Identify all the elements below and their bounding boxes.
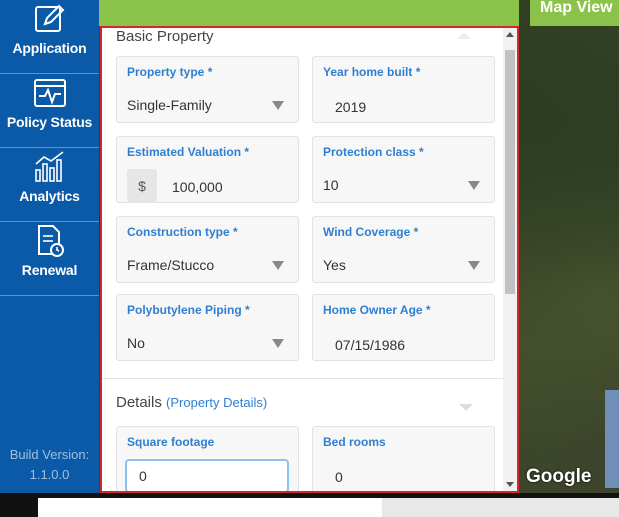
document-clock-icon [37, 225, 64, 257]
vertical-scrollbar[interactable] [503, 28, 517, 491]
field-label: Protection class * [323, 145, 424, 159]
protection-class-select[interactable]: Protection class * 10 [312, 136, 495, 203]
chevron-down-icon [468, 181, 480, 190]
chevron-down-icon [272, 261, 284, 270]
pulse-monitor-icon [33, 79, 66, 107]
bar-chart-icon [34, 151, 63, 182]
property-panel: Basic Property Property type * Single-Fa… [100, 26, 519, 493]
scroll-down-icon[interactable] [506, 482, 514, 487]
field-value: 10 [323, 177, 339, 193]
field-label: Polybutylene Piping * [127, 303, 250, 317]
section-divider [102, 378, 503, 379]
collapse-icon[interactable] [457, 32, 471, 39]
field-value: 2019 [335, 99, 367, 115]
section-title-details: Details (Property Details) [116, 394, 267, 411]
field-label: Year home built * [323, 65, 421, 79]
sidebar-item-label: Analytics [19, 188, 80, 204]
wind-coverage-select[interactable]: Wind Coverage * Yes [312, 216, 495, 283]
field-label: Wind Coverage * [323, 225, 419, 239]
field-value: 100,000 [172, 179, 223, 195]
edit-icon [34, 4, 64, 32]
field-value: 0 [335, 469, 343, 485]
property-panel-content: Basic Property Property type * Single-Fa… [102, 28, 503, 491]
street-view-control[interactable] [605, 390, 619, 488]
field-label: Home Owner Age * [323, 303, 431, 317]
field-value: No [127, 335, 145, 351]
scroll-thumb[interactable] [505, 50, 515, 294]
map-header-bar [99, 0, 519, 26]
sidebar-item-label: Policy Status [6, 114, 93, 130]
build-version: Build Version: 1.1.0.0 [0, 445, 99, 485]
build-version-number: 1.1.0.0 [29, 467, 70, 482]
field-label: Square footage [127, 435, 215, 449]
section-title-basic-property: Basic Property [116, 28, 214, 45]
sidebar-item-analytics[interactable]: Analytics [0, 148, 99, 222]
map-view-button[interactable]: Map View [530, 0, 619, 26]
field-value: 07/15/1986 [335, 337, 406, 353]
field-value: Single-Family [127, 97, 212, 113]
square-footage-field[interactable]: Square footage [116, 426, 299, 491]
sidebar-item-renewal[interactable]: Renewal [0, 222, 99, 296]
details-subtitle: (Property Details) [166, 395, 268, 410]
square-footage-input[interactable] [125, 459, 289, 491]
details-title: Details [116, 394, 162, 411]
field-label: Construction type * [127, 225, 238, 239]
currency-addon: $ [127, 169, 157, 203]
chevron-down-icon [468, 261, 480, 270]
estimated-valuation-field[interactable]: Estimated Valuation * $ 100,000 [116, 136, 299, 203]
chevron-down-icon [272, 339, 284, 348]
construction-type-select[interactable]: Construction type * Frame/Stucco [116, 216, 299, 283]
build-version-label: Build Version: [9, 447, 90, 462]
property-type-select[interactable]: Property type * Single-Family [116, 56, 299, 123]
sidebar-item-label: Renewal [21, 262, 78, 278]
field-label: Bed rooms [323, 435, 386, 449]
google-attribution: Google [526, 466, 592, 487]
sidebar: Application Policy Status Analytics Rene… [0, 0, 99, 493]
scroll-up-icon[interactable] [506, 32, 514, 37]
year-built-field[interactable]: Year home built * 2019 [312, 56, 495, 123]
field-value: Frame/Stucco [127, 257, 215, 273]
chevron-down-icon [272, 101, 284, 110]
sidebar-item-policy-status[interactable]: Policy Status [0, 74, 99, 148]
field-value: Yes [323, 257, 346, 273]
sidebar-item-application[interactable]: Application [0, 0, 99, 74]
expand-icon[interactable] [459, 404, 473, 411]
sidebar-item-label: Application [12, 40, 87, 56]
polybutylene-piping-select[interactable]: Polybutylene Piping * No [116, 294, 299, 361]
bottom-strip-right [382, 498, 619, 517]
bed-rooms-field[interactable]: Bed rooms 0 [312, 426, 495, 491]
bottom-strip [38, 498, 382, 517]
home-owner-age-field[interactable]: Home Owner Age * 07/15/1986 [312, 294, 495, 361]
field-label: Estimated Valuation * [127, 145, 250, 159]
field-label: Property type * [127, 65, 213, 79]
